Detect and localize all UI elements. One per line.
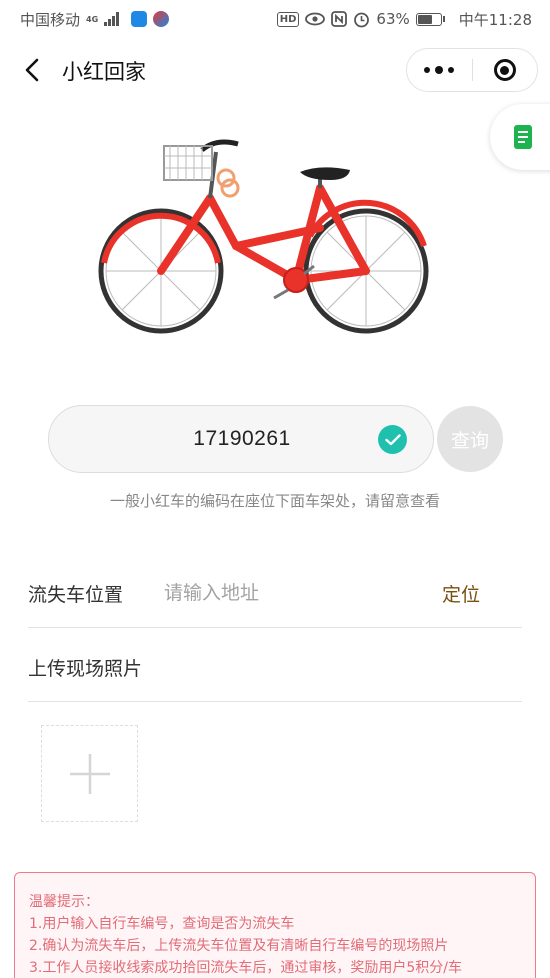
photo-row: 上传现场照片 <box>28 628 522 702</box>
more-dot-icon <box>435 66 444 74</box>
battery-percent: 63% <box>376 10 410 28</box>
location-label: 流失车位置 <box>28 584 124 606</box>
more-dot-icon <box>424 67 431 73</box>
page-title: 小红回家 <box>62 60 146 84</box>
status-bar: 中国移动 4G HD 63% 中午11:28 <box>0 0 550 38</box>
network-type: 4G <box>86 14 99 24</box>
nfc-icon <box>331 11 348 27</box>
eye-icon <box>305 12 326 26</box>
bike-code-input[interactable]: 17190261 <box>48 405 434 473</box>
bike-illustration <box>98 139 429 334</box>
notice-line: 2.确认为流失车后，上传流失车位置及有清晰自行车编号的现场照片 <box>29 938 449 954</box>
status-right: HD 63% 中午11:28 <box>276 9 532 30</box>
app-notification-icon <box>131 11 148 27</box>
signal-icon <box>104 12 120 26</box>
miniprogram-capsule <box>406 48 538 92</box>
notice-line: 1.用户输入自行车编号，查询是否为流失车 <box>29 916 295 932</box>
location-row: 流失车位置 定位 <box>28 560 522 628</box>
locate-button[interactable]: 定位 <box>442 580 480 607</box>
upload-photo-button[interactable] <box>41 725 138 822</box>
carrier-name: 中国移动 <box>20 10 81 29</box>
notice-title: 温馨提示： <box>29 894 99 910</box>
notice-line: 3.工作人员接收线索成功拾回流失车后，通过审核，奖励用户5积分/车 <box>29 960 462 976</box>
app-notification-icon <box>153 11 170 27</box>
nav-bar: 小红回家 <box>0 44 550 96</box>
target-circle-icon <box>493 59 516 81</box>
more-menu-button[interactable] <box>407 49 472 91</box>
hd-icon: HD <box>276 11 300 27</box>
more-dot-icon <box>448 67 455 73</box>
close-miniprogram-button[interactable] <box>473 49 538 91</box>
tips-notice: 温馨提示： 1.用户输入自行车编号，查询是否为流失车 2.确认为流失车后，上传流… <box>14 872 536 978</box>
clock: 中午11:28 <box>458 10 532 29</box>
battery-icon <box>415 12 445 26</box>
status-left: 中国移动 4G <box>20 9 170 30</box>
code-hint-text: 一般小红车的编码在座位下面车架处，请留意查看 <box>109 492 440 510</box>
document-icon <box>514 125 532 149</box>
back-arrow-icon[interactable] <box>18 54 48 86</box>
address-input[interactable] <box>164 578 404 608</box>
floating-records-button[interactable] <box>490 104 550 170</box>
alarm-icon <box>354 12 370 27</box>
query-button[interactable]: 查询 <box>437 406 503 472</box>
plus-icon <box>69 753 110 794</box>
check-icon <box>378 425 407 454</box>
photo-label: 上传现场照片 <box>28 658 143 680</box>
